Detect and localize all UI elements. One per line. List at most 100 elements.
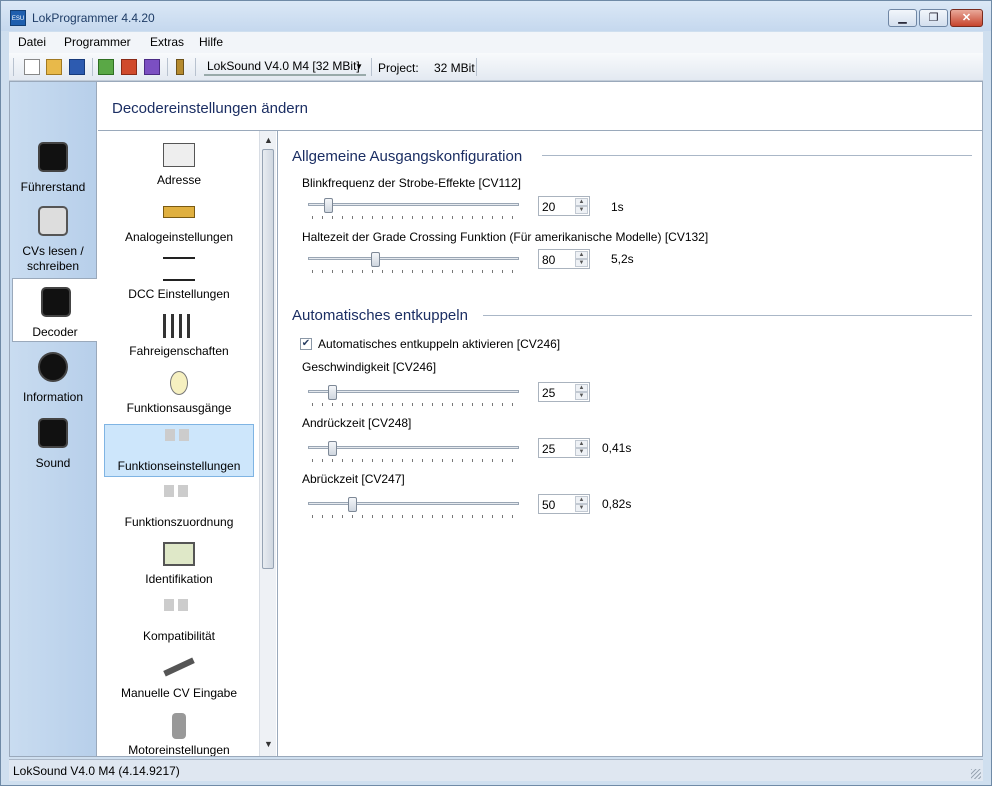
slider-thumb[interactable] <box>371 252 380 267</box>
nav-label: Sound <box>35 456 71 470</box>
cv-icon <box>38 206 68 236</box>
scrollbar-thumb[interactable] <box>262 149 274 569</box>
spin-down-icon[interactable]: ▼ <box>575 259 588 267</box>
strobe-frequency-spinbox[interactable]: 20 ▲ ▼ <box>538 196 590 216</box>
speed-slider[interactable] <box>308 385 521 409</box>
project-label: Project: <box>378 61 419 75</box>
close-button[interactable]: ✕ <box>950 9 983 27</box>
category-kompatibilitaet[interactable]: Kompatibilität <box>104 595 254 648</box>
slider-ticks <box>312 270 517 273</box>
auto-decouple-label[interactable]: Automatisches entkuppeln aktivieren [CV2… <box>318 337 560 351</box>
spin-up-icon[interactable]: ▲ <box>575 496 588 504</box>
push-time-slider[interactable] <box>308 441 521 465</box>
spin-up-icon[interactable]: ▲ <box>575 384 588 392</box>
spinbox-value[interactable]: 25 <box>542 442 555 456</box>
sliders-icon <box>163 314 195 338</box>
pull-time-slider[interactable] <box>308 497 521 521</box>
spin-down-icon[interactable]: ▼ <box>575 206 588 214</box>
grade-crossing-label: Haltezeit der Grade Crossing Funktion (F… <box>302 230 709 244</box>
spin-up-icon[interactable]: ▲ <box>575 251 588 259</box>
grade-crossing-spinbox[interactable]: 80 ▲ ▼ <box>538 249 590 269</box>
minimize-button[interactable]: ▁ <box>888 9 917 27</box>
nav-item-decoder[interactable]: Decoder <box>12 278 97 342</box>
nav-item-fuehrerstand[interactable]: Führerstand <box>10 134 96 196</box>
motor-icon <box>172 713 186 739</box>
app-window: ESU LokProgrammer 4.4.20 ▁ ❐ ✕ Datei Pro… <box>0 0 992 786</box>
scroll-down-icon[interactable]: ▼ <box>264 739 273 749</box>
spin-up-icon[interactable]: ▲ <box>575 198 588 206</box>
spin-buttons: ▲ ▼ <box>575 198 588 214</box>
cab-icon <box>38 142 68 172</box>
category-dcc[interactable]: DCC Einstellungen <box>104 253 254 306</box>
pull-time-spinbox[interactable]: 50 ▲ ▼ <box>538 494 590 514</box>
open-folder-icon[interactable] <box>46 59 62 75</box>
menu-programmer[interactable]: Programmer <box>64 35 131 49</box>
spin-down-icon[interactable]: ▼ <box>575 448 588 456</box>
nav-item-sound[interactable]: Sound <box>10 410 96 472</box>
grade-crossing-slider[interactable] <box>308 252 521 276</box>
nav-item-information[interactable]: Information <box>10 344 96 406</box>
category-funktionsausgaenge[interactable]: Funktionsausgänge <box>104 367 254 420</box>
spinbox-value[interactable]: 25 <box>542 386 555 400</box>
spin-buttons: ▲ ▼ <box>575 251 588 267</box>
category-label: Fahreigenschaften <box>129 344 229 358</box>
spin-down-icon[interactable]: ▼ <box>575 392 588 400</box>
sound-export-icon[interactable] <box>144 59 160 75</box>
spin-up-icon[interactable]: ▲ <box>575 440 588 448</box>
slider-ticks <box>312 459 517 462</box>
import-icon[interactable] <box>98 59 114 75</box>
window-title: LokProgrammer 4.4.20 <box>32 11 155 25</box>
category-label: Kompatibilität <box>142 629 216 643</box>
nav-label: Decoder <box>32 325 78 339</box>
speed-spinbox[interactable]: 25 ▲ ▼ <box>538 382 590 402</box>
category-motoreinstellungen[interactable]: Motoreinstellungen <box>104 709 254 756</box>
category-manuelle-cv[interactable]: Manuelle CV Eingabe <box>104 652 254 705</box>
category-label: Funktionseinstellungen <box>117 459 241 473</box>
slider-thumb[interactable] <box>328 441 337 456</box>
auto-decouple-checkbox[interactable]: ✔ <box>300 338 312 350</box>
push-time-spinbox[interactable]: 25 ▲ ▼ <box>538 438 590 458</box>
category-adresse[interactable]: Adresse <box>104 139 254 192</box>
slider-thumb[interactable] <box>324 198 333 213</box>
toolbar-separator <box>92 58 93 76</box>
push-time-unit: 0,41s <box>602 441 632 455</box>
page-title: Decodereinstellungen ändern <box>112 100 308 117</box>
spin-down-icon[interactable]: ▼ <box>575 504 588 512</box>
category-analogeinstellungen[interactable]: Analogeinstellungen <box>104 196 254 249</box>
tool-icon[interactable] <box>176 59 184 75</box>
category-funktionseinstellungen[interactable]: Funktionseinstellungen <box>104 424 254 477</box>
bulb-icon <box>170 371 188 395</box>
maximize-button[interactable]: ❐ <box>919 9 948 27</box>
slider-track <box>308 446 519 449</box>
new-file-icon[interactable] <box>24 59 40 75</box>
toolbar: LokSound V4.0 M4 [32 MBit] ▼ Project: 32… <box>9 53 983 81</box>
menu-hilfe[interactable]: Hilfe <box>199 35 223 49</box>
export-icon[interactable] <box>121 59 137 75</box>
category-scrollbar[interactable]: ▲ ▼ <box>259 131 276 756</box>
spinbox-value[interactable]: 20 <box>542 200 555 214</box>
category-identifikation[interactable]: Identifikation <box>104 538 254 591</box>
function-keys-icon <box>165 429 193 441</box>
music-icon <box>38 418 68 448</box>
strobe-frequency-slider[interactable] <box>308 198 521 222</box>
push-time-label: Andrückzeit [CV248] <box>302 416 412 430</box>
spinbox-value[interactable]: 80 <box>542 253 555 267</box>
settings-panel: Allgemeine Ausgangskonfiguration Blinkfr… <box>278 131 982 756</box>
slider-ticks <box>312 216 517 219</box>
status-bar: LokSound V4.0 M4 (4.14.9217) <box>9 759 983 781</box>
spinbox-value[interactable]: 50 <box>542 498 555 512</box>
toolbar-separator <box>195 58 196 76</box>
category-label: Analogeinstellungen <box>124 230 234 244</box>
nav-item-cvs[interactable]: CVs lesen / schreiben <box>10 202 96 277</box>
toolbar-separator <box>371 58 372 76</box>
category-funktionszuordnung[interactable]: Funktionszuordnung <box>104 481 254 534</box>
save-icon[interactable] <box>69 59 85 75</box>
slider-thumb[interactable] <box>328 385 337 400</box>
decoder-select[interactable]: LokSound V4.0 M4 [32 MBit] ▼ <box>204 57 366 76</box>
menu-extras[interactable]: Extras <box>150 35 184 49</box>
resize-grip-icon[interactable] <box>971 769 981 779</box>
scroll-up-icon[interactable]: ▲ <box>264 135 273 145</box>
slider-thumb[interactable] <box>348 497 357 512</box>
category-fahreigenschaften[interactable]: Fahreigenschaften <box>104 310 254 363</box>
menu-datei[interactable]: Datei <box>18 35 46 49</box>
